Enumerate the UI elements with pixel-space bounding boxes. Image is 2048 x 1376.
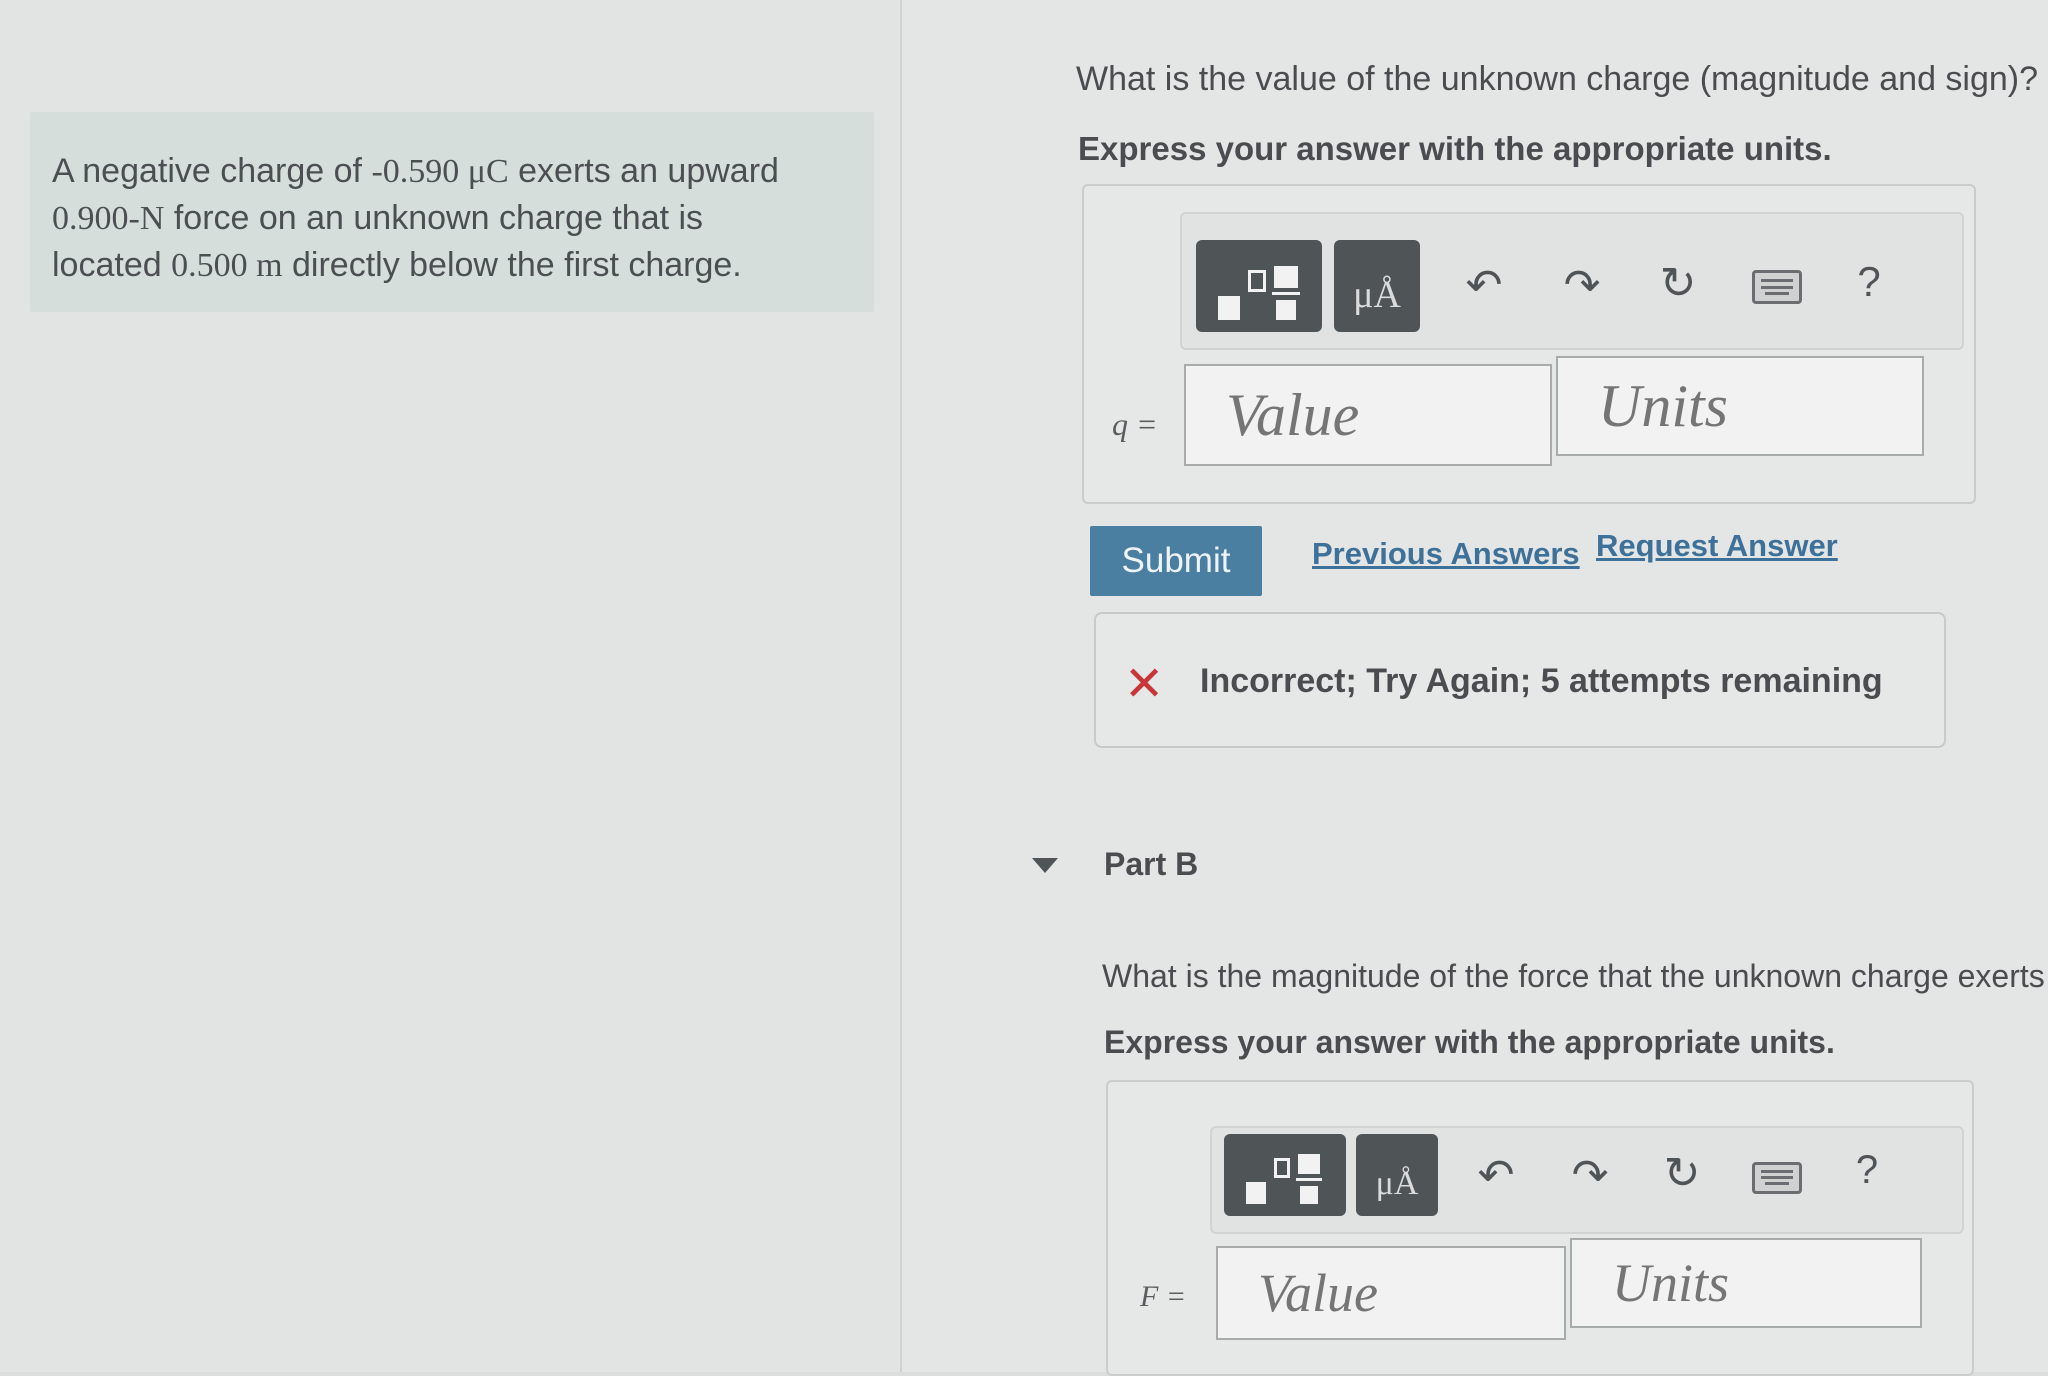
request-answer-link[interactable]: Request Answer	[1596, 528, 1838, 564]
reset-icon[interactable]: ↻	[1652, 1144, 1712, 1204]
redo-icon[interactable]: ↷	[1552, 256, 1612, 316]
part-a-question: What is the value of the unknown charge …	[1076, 60, 2039, 98]
units-input[interactable]	[1556, 356, 1924, 456]
feedback-message: Incorrect; Try Again; 5 attempts remaini…	[1200, 662, 1883, 700]
undo-icon[interactable]: ↶	[1454, 256, 1514, 316]
collapse-caret-icon[interactable]	[1032, 858, 1058, 873]
templates-button[interactable]	[1196, 240, 1322, 332]
templates-button[interactable]	[1224, 1134, 1346, 1216]
part-b-title[interactable]: Part B	[1104, 846, 1198, 883]
help-button[interactable]: ?	[1842, 1140, 1892, 1200]
part-b-question: What is the magnitude of the force that …	[1102, 958, 2045, 994]
incorrect-icon: ✕	[1124, 658, 1165, 711]
q-label: q =	[1112, 406, 1158, 442]
f-label: F =	[1140, 1280, 1187, 1313]
units-button[interactable]: μÅ	[1356, 1134, 1438, 1216]
redo-icon[interactable]: ↷	[1560, 1146, 1620, 1206]
units-button[interactable]: μÅ	[1334, 240, 1420, 332]
part-b-instruction: Express your answer with the appropriate…	[1104, 1024, 1835, 1060]
fraction-template-icon	[1218, 296, 1240, 320]
part-a-instruction: Express your answer with the appropriate…	[1078, 130, 1832, 167]
problem-statement: A negative charge of -0.590 μC exerts an…	[52, 152, 779, 284]
help-button[interactable]: ?	[1844, 252, 1894, 312]
keyboard-icon[interactable]	[1752, 1162, 1802, 1194]
submit-button[interactable]: Submit	[1090, 526, 1262, 596]
force-value: 0.900-N	[52, 200, 165, 237]
reset-icon[interactable]: ↻	[1648, 254, 1708, 314]
distance-value: 0.500 m	[171, 247, 283, 284]
undo-icon[interactable]: ↶	[1466, 1146, 1526, 1206]
previous-answers-link[interactable]: Previous Answers	[1312, 536, 1580, 572]
fraction-template-icon	[1246, 1182, 1266, 1204]
value-input[interactable]	[1216, 1246, 1566, 1340]
units-input[interactable]	[1570, 1238, 1922, 1328]
charge-value: -0.590 μC	[371, 153, 509, 190]
value-input[interactable]	[1184, 364, 1552, 466]
keyboard-icon[interactable]	[1752, 270, 1802, 304]
